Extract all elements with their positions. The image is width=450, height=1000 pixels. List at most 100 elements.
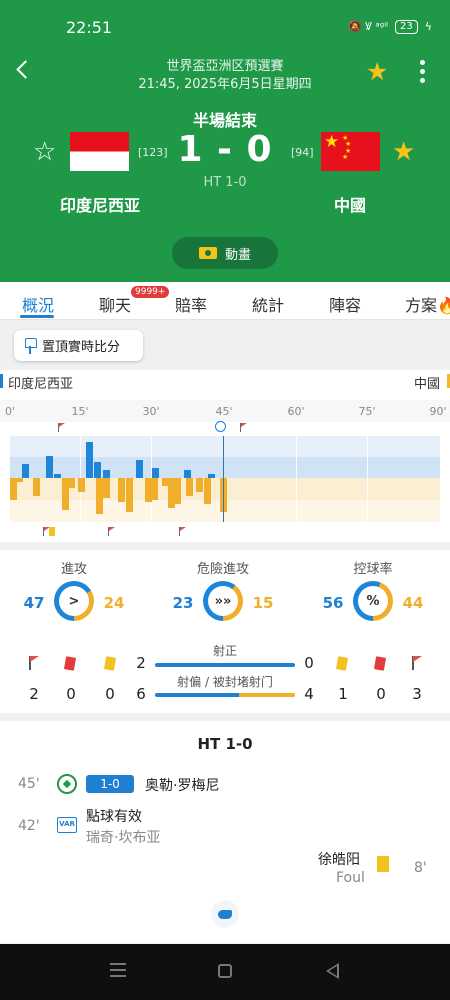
away-momentum-bar: [33, 478, 40, 496]
away-momentum-bar: [186, 478, 193, 496]
dangerous-away: 15: [252, 594, 274, 612]
event-score-chip: 1-0: [86, 775, 134, 793]
away-red-cards: 0: [376, 685, 386, 703]
dangerous-attacks-ring: »»: [203, 581, 243, 621]
goal-ball-icon: [215, 421, 226, 432]
away-momentum-bar: [78, 478, 85, 492]
attacks-away: 24: [103, 594, 125, 612]
var-decision: 點球有效: [86, 809, 142, 825]
home-icon[interactable]: [218, 964, 232, 978]
home-color-marker: [0, 374, 3, 388]
active-tab-indicator: [20, 315, 54, 318]
home-momentum-bar: [136, 460, 143, 478]
corner-icon: [410, 656, 424, 670]
minute-label: 75': [358, 405, 376, 418]
tab-overview[interactable]: 概況: [22, 292, 54, 316]
charging-icon: ϟ: [424, 20, 432, 33]
tab-lineups[interactable]: 陣容: [329, 292, 361, 316]
red-card-icon: [373, 656, 387, 671]
corner-flag-icon: [107, 527, 116, 536]
home-momentum-band: [10, 436, 440, 478]
fire-icon: 🔥: [437, 296, 450, 315]
corner-flag-icon: [178, 527, 187, 536]
percent-icon: %: [358, 586, 388, 616]
status-time: 22:51: [66, 18, 113, 37]
minute-label: 30': [142, 405, 160, 418]
home-momentum-bar: [94, 462, 101, 478]
home-momentum-bar: [184, 470, 191, 478]
tab-chat[interactable]: 聊天: [99, 292, 131, 316]
shots-on-bar: [155, 663, 295, 667]
home-yellow-cards: 0: [105, 685, 115, 703]
status-indicators: 🔕 Ꝟ ᵃᵍⁱˡ: [348, 20, 388, 33]
chat-badge: 9999+: [130, 285, 171, 299]
status-bar: 22:51 🔕 Ꝟ ᵃᵍⁱˡ 23 ϟ: [0, 0, 450, 52]
home-momentum-bar: [86, 442, 93, 478]
triple-chevron-icon: »»: [208, 586, 238, 616]
possession-title: 控球率: [353, 562, 393, 577]
pin-live-score-button[interactable]: 置頂實時比分: [14, 330, 143, 361]
away-flag: ★ ★ ★ ★ ★: [321, 132, 380, 171]
red-card-icon: [63, 656, 77, 671]
possession-ring: %: [353, 581, 393, 621]
attacks-ring: >: [54, 581, 94, 621]
away-momentum-bar: [126, 478, 133, 512]
away-momentum-bar: [103, 478, 110, 498]
more-menu-icon[interactable]: [412, 60, 432, 86]
shots-off-home: 6: [136, 685, 146, 703]
dangerous-home: 23: [172, 594, 194, 612]
card-reason: Foul: [336, 870, 365, 886]
card-player[interactable]: 徐皓阳: [318, 849, 360, 869]
home-momentum-bar: [22, 464, 29, 478]
home-momentum-bar: [103, 470, 110, 478]
tab-tips[interactable]: 方案🔥: [405, 292, 450, 316]
goal-scorer[interactable]: 奥勒·罗梅尼: [145, 775, 219, 795]
home-momentum-bar: [46, 456, 53, 478]
event-minute: 8': [414, 860, 427, 876]
yellow-card-icon: [103, 656, 117, 671]
favorite-match-star-icon[interactable]: ★: [366, 58, 388, 86]
shots-off-title: 射偏 / 被封堵射门: [177, 675, 273, 689]
event-minute: 45': [18, 776, 40, 792]
minute-label: 60': [287, 405, 305, 418]
away-momentum-bar: [118, 478, 125, 502]
whistle-icon: [211, 900, 239, 928]
home-team-name[interactable]: 印度尼西亚: [40, 192, 160, 216]
score: 1 - 0: [177, 129, 273, 170]
animation-button[interactable]: 動畫: [172, 237, 278, 269]
away-team-name[interactable]: 中國: [290, 192, 410, 216]
away-momentum-bar: [68, 478, 75, 488]
minute-label: 0': [4, 405, 16, 418]
tab-odds[interactable]: 賠率: [175, 292, 207, 316]
away-momentum-bar: [204, 478, 211, 504]
grid-line: [367, 436, 368, 522]
away-momentum-bar: [151, 478, 158, 500]
minute-label: 45': [215, 405, 233, 418]
shots-off-bar: [155, 693, 295, 697]
home-momentum-bar: [152, 468, 159, 478]
recent-apps-icon[interactable]: [110, 963, 126, 979]
animation-label: 動畫: [224, 247, 251, 263]
minute-label: 15': [71, 405, 89, 418]
pin-icon: [24, 337, 37, 354]
match-header: 22:51 🔕 Ꝟ ᵃᵍⁱˡ 23 ϟ 世界盃亞洲区預選賽 21:45, 202…: [0, 0, 450, 282]
battery-icon: 23: [395, 19, 418, 34]
attacks-title: 進攻: [60, 562, 88, 577]
back-nav-icon[interactable]: [326, 963, 339, 979]
yellow-card-icon: [49, 527, 55, 536]
var-icon: VAR: [57, 817, 77, 833]
corner-icon: [27, 656, 41, 670]
var-player[interactable]: 瑞奇·坎布亚: [86, 827, 160, 847]
minute-label: 90': [429, 405, 447, 418]
timeline-half-time-title: HT 1-0: [197, 735, 253, 753]
tab-stats[interactable]: 統計: [252, 292, 284, 316]
half-time-line: [223, 436, 224, 522]
yellow-card-icon: [377, 856, 389, 872]
away-favorite-star-icon[interactable]: ★: [392, 138, 415, 166]
away-momentum-bar: [96, 478, 103, 514]
chart-home-name: 印度尼西亚: [8, 377, 74, 392]
away-momentum-bar: [174, 478, 181, 504]
tab-bar: 概況 聊天 賠率 統計 陣容 方案🔥: [0, 282, 450, 320]
corner-flag-icon: [239, 423, 248, 432]
home-corners: 2: [29, 685, 39, 703]
